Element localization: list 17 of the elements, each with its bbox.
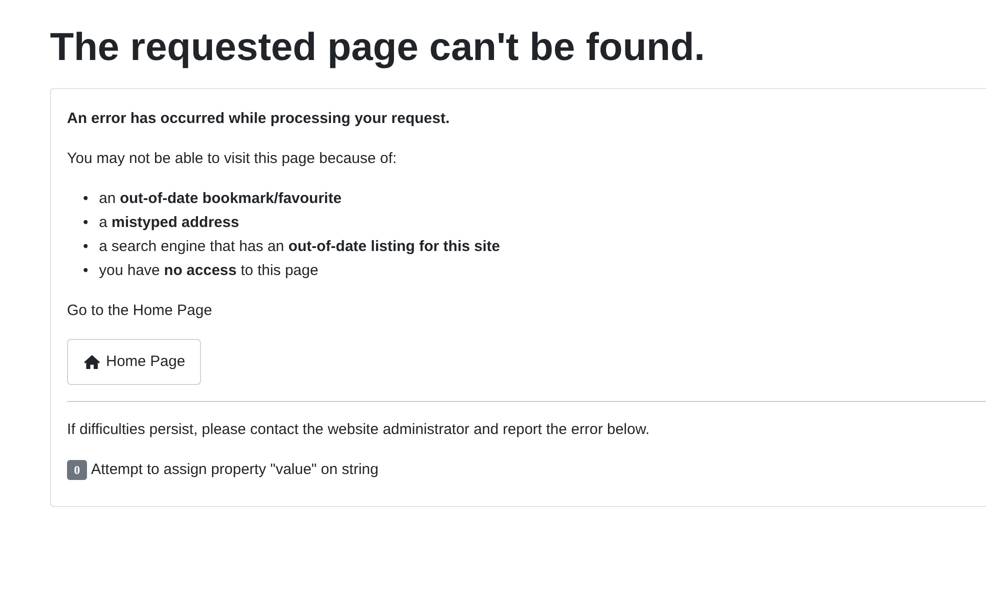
reason-text: a mistyped address	[99, 213, 240, 233]
error-message: Attempt to assign property "value" on string	[91, 460, 378, 480]
error-title: An error has occurred while processing your request.	[67, 109, 451, 129]
home-icon	[83, 354, 101, 370]
bullet: •	[83, 213, 90, 233]
bullet: •	[83, 237, 90, 257]
home-prompt: Go to the Home Page	[67, 301, 214, 321]
home-button[interactable]: Home Page	[67, 339, 202, 385]
bullet: •	[83, 189, 90, 209]
intro-text: You may not be able to visit this page because of:	[67, 149, 398, 169]
reason-text: a search engine that has an out-of-date listing for this site	[99, 237, 500, 257]
error-code-badge: 0	[67, 460, 87, 480]
contact-note: If difficulties persist, please contact the website administrator and report the error below.	[67, 420, 651, 440]
reason-text: an out-of-date bookmark/favourite	[99, 189, 342, 209]
page-heading: The requested page can't be found.	[50, 25, 706, 71]
reason-text: you have no access to this page	[99, 261, 318, 281]
bullet: •	[83, 261, 90, 281]
